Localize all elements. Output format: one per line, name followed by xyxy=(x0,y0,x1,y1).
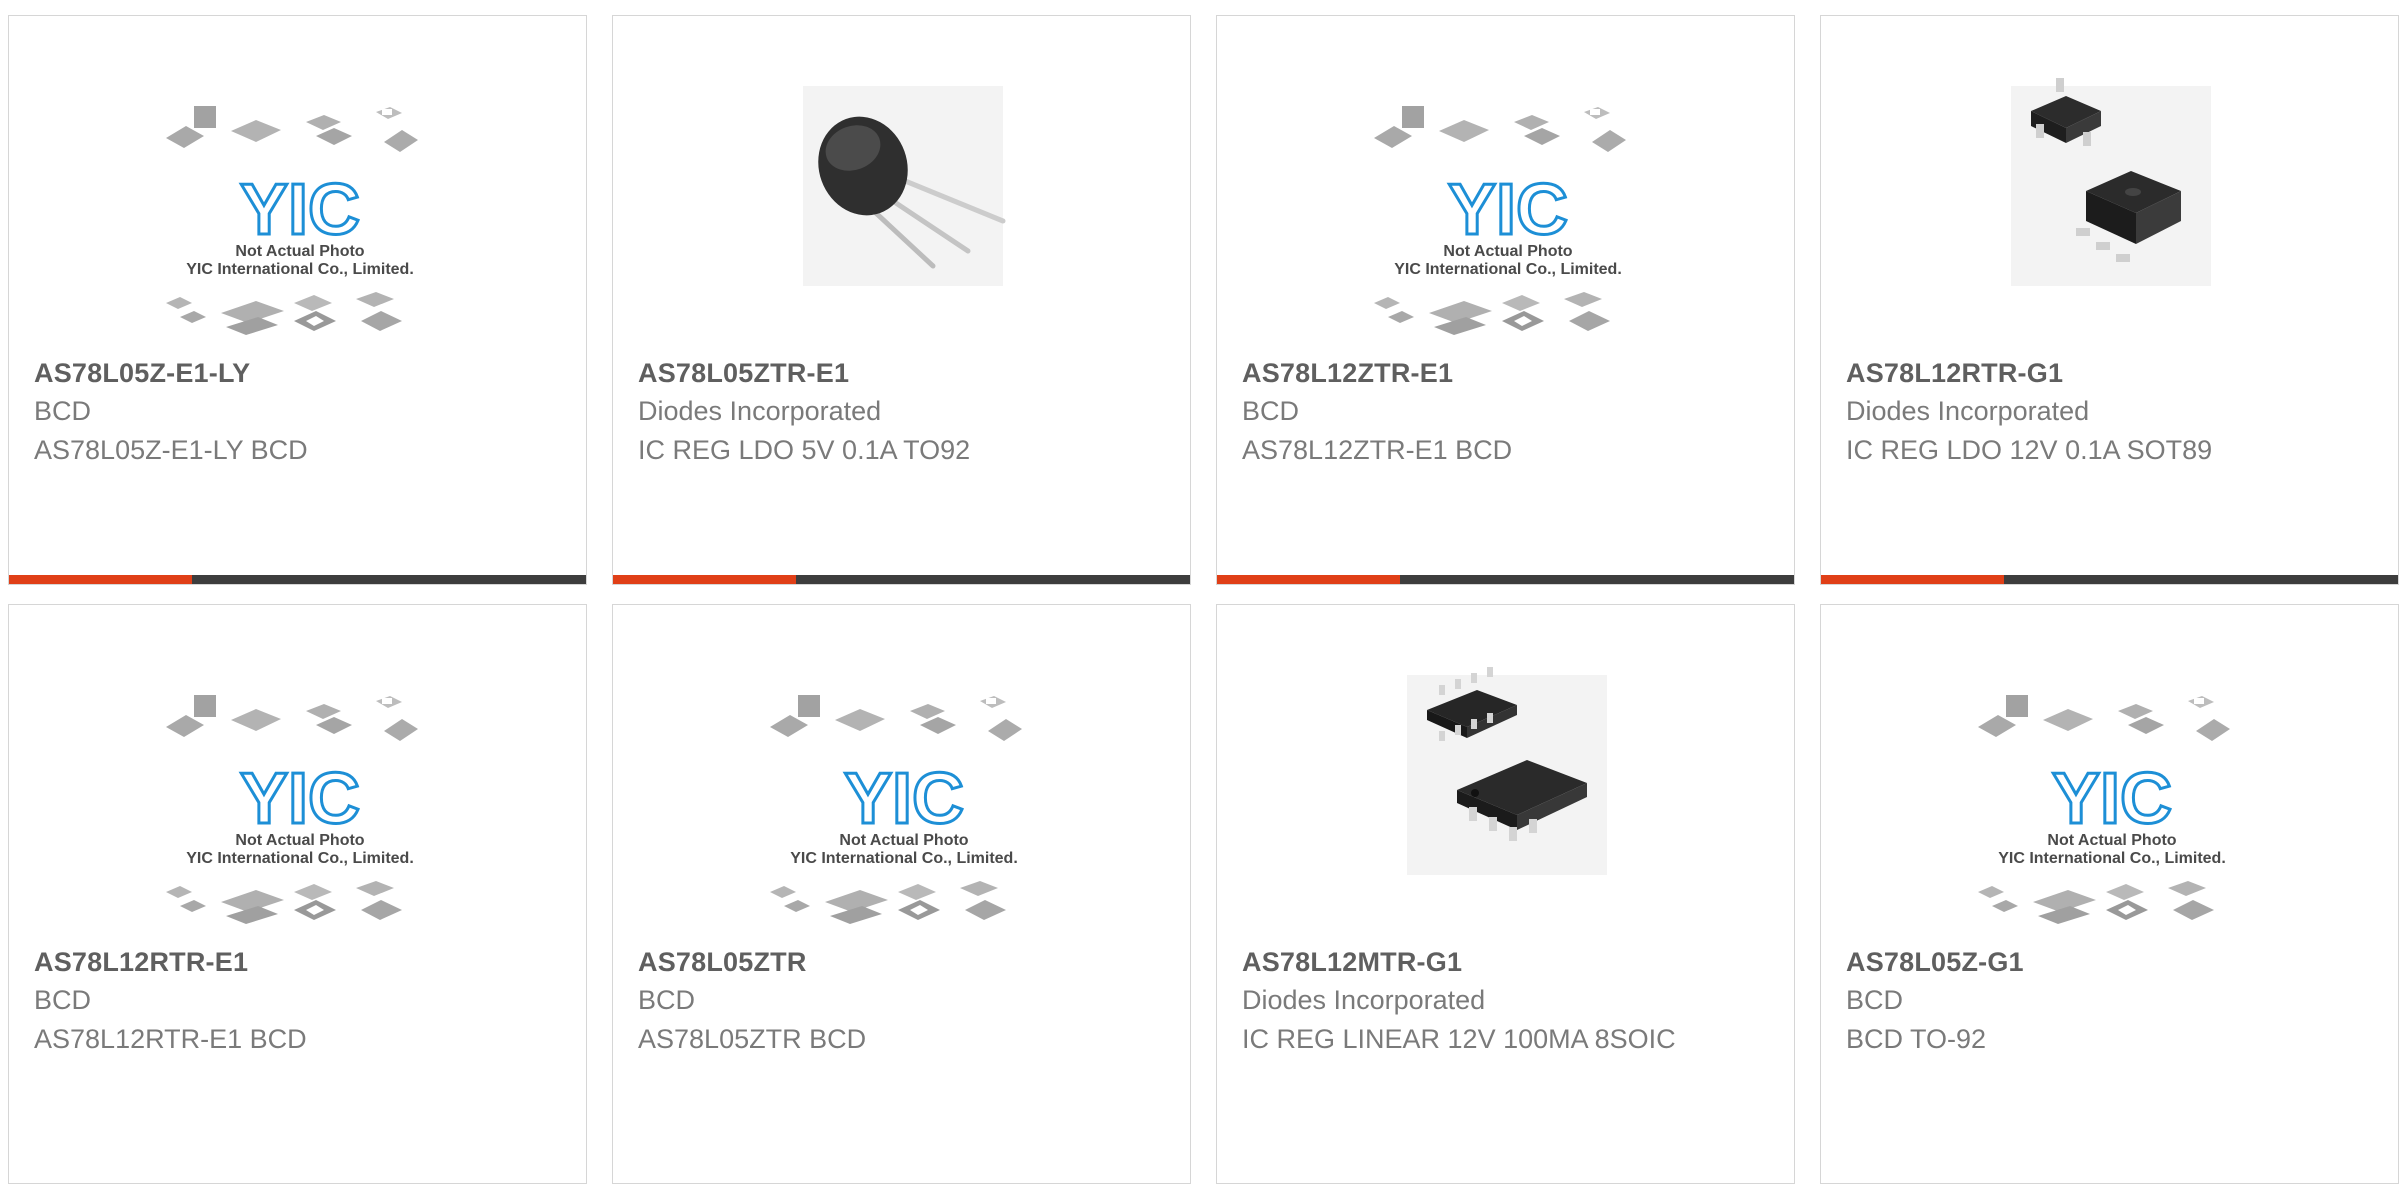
manufacturer: BCD xyxy=(34,985,92,1015)
description: IC REG LDO 5V 0.1A TO92 xyxy=(638,435,971,465)
part-number[interactable]: AS78L05ZTR-E1 xyxy=(638,358,849,389)
svg-text:YIC International Co., Limited: YIC International Co., Limited. xyxy=(790,850,1018,867)
yic-logo-icon: YIC xyxy=(240,759,360,839)
yic-logo-icon: YIC xyxy=(240,170,360,250)
accent-bar xyxy=(1217,575,1400,584)
svg-text:YIC International Co., Limited: YIC International Co., Limited. xyxy=(1394,261,1622,278)
product-card[interactable]: AS78L05ZTR-E1 Diodes Incorporated IC REG… xyxy=(612,15,1191,585)
description: IC REG LDO 12V 0.1A SOT89 xyxy=(1846,435,2213,465)
part-number[interactable]: AS78L12ZTR-E1 xyxy=(1242,358,1453,389)
svg-text:Not Actual Photo: Not Actual Photo xyxy=(235,832,364,849)
svg-text:Not Actual Photo: Not Actual Photo xyxy=(2047,832,2176,849)
manufacturer: BCD xyxy=(1242,396,1300,426)
part-number[interactable]: AS78L05Z-G1 xyxy=(1846,947,2024,978)
manufacturer: Diodes Incorporated xyxy=(638,396,882,426)
part-number[interactable]: AS78L05Z-E1-LY xyxy=(34,358,250,389)
product-card[interactable]: YIC Not Actual Photo YIC International C… xyxy=(8,15,587,585)
product-image-placeholder: YIC Not Actual Photo YIC International C… xyxy=(9,605,586,935)
manufacturer: BCD xyxy=(1846,985,1904,1015)
yic-logo-icon: YIC xyxy=(844,759,964,839)
product-card[interactable]: AS78L12MTR-G1 Diodes Incorporated IC REG… xyxy=(1216,604,1795,1184)
manufacturer: BCD xyxy=(638,985,696,1015)
description: BCD TO-92 xyxy=(1846,1024,1987,1054)
svg-text:Not Actual Photo: Not Actual Photo xyxy=(839,832,968,849)
card-bottom-bar xyxy=(9,575,586,584)
card-bottom-bar xyxy=(613,575,1190,584)
soic8-package-image xyxy=(1217,605,1794,935)
svg-text:YIC International Co., Limited: YIC International Co., Limited. xyxy=(186,850,414,867)
manufacturer: Diodes Incorporated xyxy=(1846,396,2090,426)
yic-logo-icon: YIC xyxy=(2052,759,2172,839)
yic-logo-icon: YIC xyxy=(1448,170,1568,250)
svg-text:Not Actual Photo: Not Actual Photo xyxy=(1443,243,1572,260)
accent-bar xyxy=(613,575,796,584)
manufacturer: Diodes Incorporated xyxy=(1242,985,1486,1015)
part-number[interactable]: AS78L12MTR-G1 xyxy=(1242,947,1462,978)
svg-text:Not Actual Photo: Not Actual Photo xyxy=(235,243,364,260)
svg-text:YIC International Co., Limited: YIC International Co., Limited. xyxy=(186,261,414,278)
accent-bar xyxy=(9,575,192,584)
manufacturer: BCD xyxy=(34,396,92,426)
sot89-package-image xyxy=(1821,16,2398,346)
to92-package-image xyxy=(613,16,1190,346)
product-grid: YIC Not Actual Photo YIC International C… xyxy=(0,0,2400,1184)
part-number[interactable]: AS78L12RTR-E1 xyxy=(34,947,248,978)
card-bottom-bar xyxy=(1821,575,2398,584)
description: AS78L12RTR-E1 BCD xyxy=(34,1024,307,1054)
product-image-placeholder: YIC Not Actual Photo YIC International C… xyxy=(613,605,1190,935)
product-card[interactable]: AS78L12RTR-G1 Diodes Incorporated IC REG… xyxy=(1820,15,2399,585)
card-bottom-bar xyxy=(1217,575,1794,584)
svg-text:YIC International Co., Limited: YIC International Co., Limited. xyxy=(1998,850,2226,867)
product-image-placeholder: YIC Not Actual Photo YIC International C… xyxy=(1217,16,1794,346)
product-image-placeholder: YIC Not Actual Photo YIC International C… xyxy=(1821,605,2398,935)
part-number[interactable]: AS78L05ZTR xyxy=(638,947,807,978)
product-card[interactable]: YIC Not Actual Photo YIC International C… xyxy=(1820,604,2399,1184)
accent-bar xyxy=(1821,575,2004,584)
product-image-placeholder: YIC Not Actual Photo YIC International C… xyxy=(9,16,586,346)
description: IC REG LINEAR 12V 100MA 8SOIC xyxy=(1242,1024,1676,1054)
description: AS78L12ZTR-E1 BCD xyxy=(1242,435,1513,465)
description: AS78L05Z-E1-LY BCD xyxy=(34,435,308,465)
product-card[interactable]: YIC Not Actual Photo YIC International C… xyxy=(8,604,587,1184)
description: AS78L05ZTR BCD xyxy=(638,1024,867,1054)
part-number[interactable]: AS78L12RTR-G1 xyxy=(1846,358,2063,389)
product-card[interactable]: YIC Not Actual Photo YIC International C… xyxy=(612,604,1191,1184)
product-card[interactable]: YIC Not Actual Photo YIC International C… xyxy=(1216,15,1795,585)
